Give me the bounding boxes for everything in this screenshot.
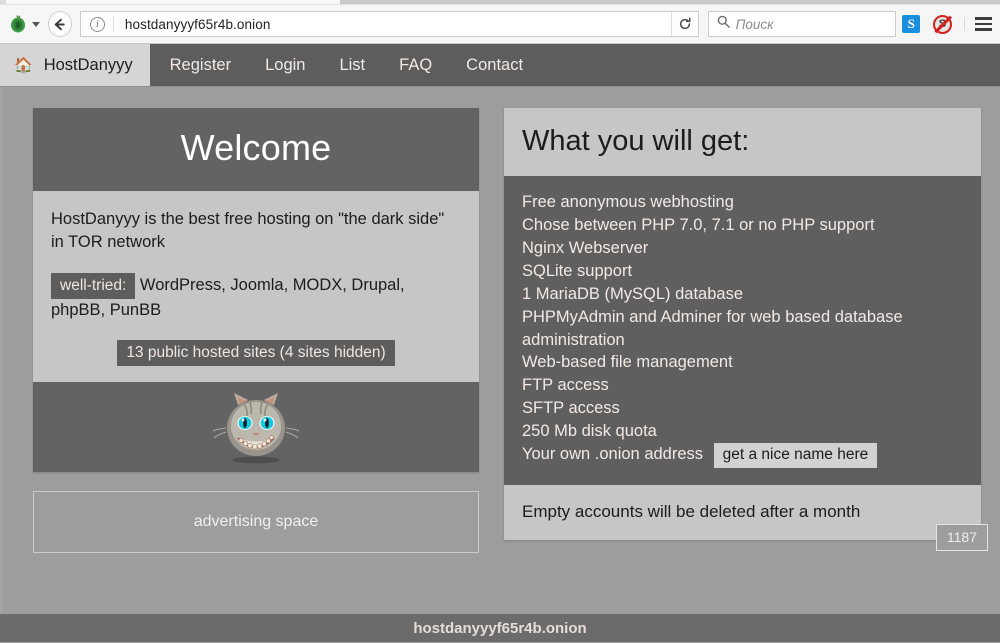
welcome-body: HostDanyyy is the best free hosting on "… xyxy=(33,191,479,382)
nav-item-login[interactable]: Login xyxy=(248,44,322,86)
site-navigation: 🏠 HostDanyyy Register Login List FAQ Con… xyxy=(0,44,1000,87)
cheshire-cat-image xyxy=(210,388,302,466)
offscreen-panel-sliver xyxy=(0,87,3,614)
page-content: Welcome HostDanyyy is the best free host… xyxy=(0,87,1000,642)
page-info-icon[interactable]: i xyxy=(90,17,105,32)
noscript-extension-icon[interactable]: S xyxy=(927,7,958,41)
well-tried-label: well-tried: xyxy=(51,273,135,299)
well-tried-line: well-tried: WordPress, Joomla, MODX, Dru… xyxy=(51,273,461,322)
sidebar-item-brand[interactable]: 🏠 HostDanyyy xyxy=(0,44,150,86)
browser-toolbar: i hostdanyyyf65r4b.onion S S xyxy=(0,5,1000,44)
back-button[interactable] xyxy=(48,11,72,37)
nav-item-contact[interactable]: Contact xyxy=(449,44,540,86)
back-arrow-icon xyxy=(52,17,67,32)
list-item: Chose between PHP 7.0, 7.1 or no PHP sup… xyxy=(522,214,963,237)
advertising-space-box[interactable]: advertising space xyxy=(33,491,479,553)
search-bar[interactable] xyxy=(708,11,896,37)
nav-item-register[interactable]: Register xyxy=(150,44,248,86)
features-panel: What you will get: Free anonymous webhos… xyxy=(504,108,981,540)
reload-icon xyxy=(678,17,692,31)
sites-count-row: 13 public hosted sites (4 sites hidden) xyxy=(51,340,461,366)
onion-address-text: Your own .onion address xyxy=(522,445,703,463)
cheshire-cat-panel xyxy=(33,382,479,472)
list-item: Free anonymous webhosting xyxy=(522,191,963,214)
nav-item-faq[interactable]: FAQ xyxy=(382,44,449,86)
left-column: Welcome HostDanyyy is the best free host… xyxy=(33,108,479,553)
skype-glyph: S xyxy=(902,15,920,33)
search-input[interactable] xyxy=(736,17,895,32)
features-heading: What you will get: xyxy=(504,108,981,176)
list-item: 250 Mb disk quota xyxy=(522,420,963,443)
search-icon xyxy=(717,15,730,33)
welcome-panel: Welcome HostDanyyy is the best free host… xyxy=(33,108,479,472)
browser-chrome: i hostdanyyyf65r4b.onion S S xyxy=(0,0,1000,44)
hamburger-menu-icon[interactable] xyxy=(964,17,992,31)
welcome-heading: Welcome xyxy=(33,108,479,191)
tor-onion-icon[interactable] xyxy=(6,11,30,37)
welcome-intro-text: HostDanyyy is the best free hosting on "… xyxy=(51,208,461,254)
list-item: SFTP access xyxy=(522,397,963,420)
features-footer-note: Empty accounts will be deleted after a m… xyxy=(504,485,981,540)
list-item: FTP access xyxy=(522,374,963,397)
reload-button[interactable] xyxy=(671,11,699,37)
list-item: Web-based file management xyxy=(522,351,963,374)
url-text[interactable]: hostdanyyyf65r4b.onion xyxy=(113,17,671,32)
right-column: What you will get: Free anonymous webhos… xyxy=(504,108,981,540)
list-item-onion-address: Your own .onion address get a nice name … xyxy=(522,443,963,467)
nav-item-list[interactable]: List xyxy=(322,44,382,86)
get-a-nice-name-button[interactable]: get a nice name here xyxy=(714,443,878,467)
brand-label: HostDanyyy xyxy=(44,56,133,75)
list-item: 1 MariaDB (MySQL) database xyxy=(522,283,963,306)
list-item: Nginx Webserver xyxy=(522,237,963,260)
chevron-down-icon[interactable] xyxy=(32,22,40,27)
list-item: SQLite support xyxy=(522,260,963,283)
status-badge-sites-count[interactable]: 13 public hosted sites (4 sites hidden) xyxy=(117,340,394,366)
url-bar[interactable]: i hostdanyyyf65r4b.onion xyxy=(80,11,672,37)
list-item: PHPMyAdmin and Adminer for web based dat… xyxy=(522,306,963,352)
home-icon: 🏠 xyxy=(14,58,33,73)
site-footer: hostdanyyyf65r4b.onion xyxy=(0,614,1000,642)
features-list: Free anonymous webhosting Chose between … xyxy=(504,176,981,485)
visitor-counter-badge: 1187 xyxy=(936,524,988,551)
skype-extension-icon[interactable]: S xyxy=(896,7,927,41)
